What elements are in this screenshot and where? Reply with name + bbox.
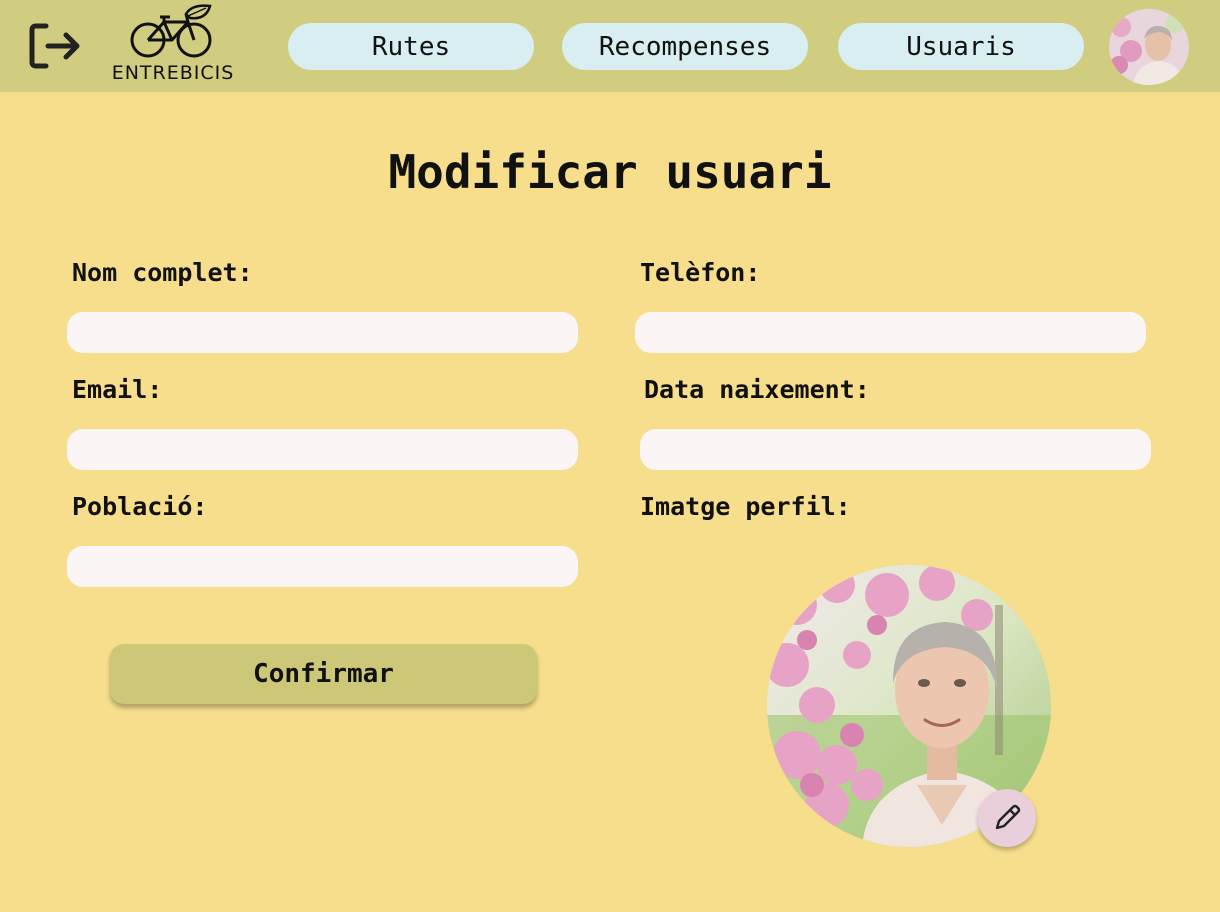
pencil-icon xyxy=(995,804,1021,830)
nav-rutes-button[interactable]: Rutes xyxy=(288,23,534,70)
data-naixement-field[interactable] xyxy=(640,429,1151,470)
poblacio-label: Població: xyxy=(72,492,208,521)
logo-text: ENTREBICIS xyxy=(111,62,235,84)
user-avatar[interactable] xyxy=(1109,9,1189,85)
logout-icon xyxy=(29,23,80,69)
telefon-field[interactable] xyxy=(635,312,1146,353)
poblacio-field[interactable] xyxy=(67,546,578,587)
nom-complet-label: Nom complet: xyxy=(72,258,253,287)
nom-complet-field[interactable] xyxy=(67,312,578,353)
top-bar: ENTREBICIS Rutes Recompenses Usuaris xyxy=(0,0,1220,92)
telefon-label: Telèfon: xyxy=(640,258,761,287)
data-naixement-label: Data naixement: xyxy=(644,375,870,404)
logout-button[interactable] xyxy=(28,20,84,72)
nav-usuaris-button[interactable]: Usuaris xyxy=(838,23,1084,70)
nav-recompenses-button[interactable]: Recompenses xyxy=(562,23,808,70)
email-field[interactable] xyxy=(67,429,578,470)
email-label: Email: xyxy=(72,375,163,404)
bicycle-leaf-icon xyxy=(130,4,212,58)
edit-image-button[interactable] xyxy=(978,789,1036,847)
page-title: Modificar usuari xyxy=(388,145,832,199)
confirm-button[interactable]: Confirmar xyxy=(110,644,537,704)
imatge-perfil-label: Imatge perfil: xyxy=(640,492,851,521)
entrebicis-logo[interactable]: ENTREBICIS xyxy=(98,4,248,86)
